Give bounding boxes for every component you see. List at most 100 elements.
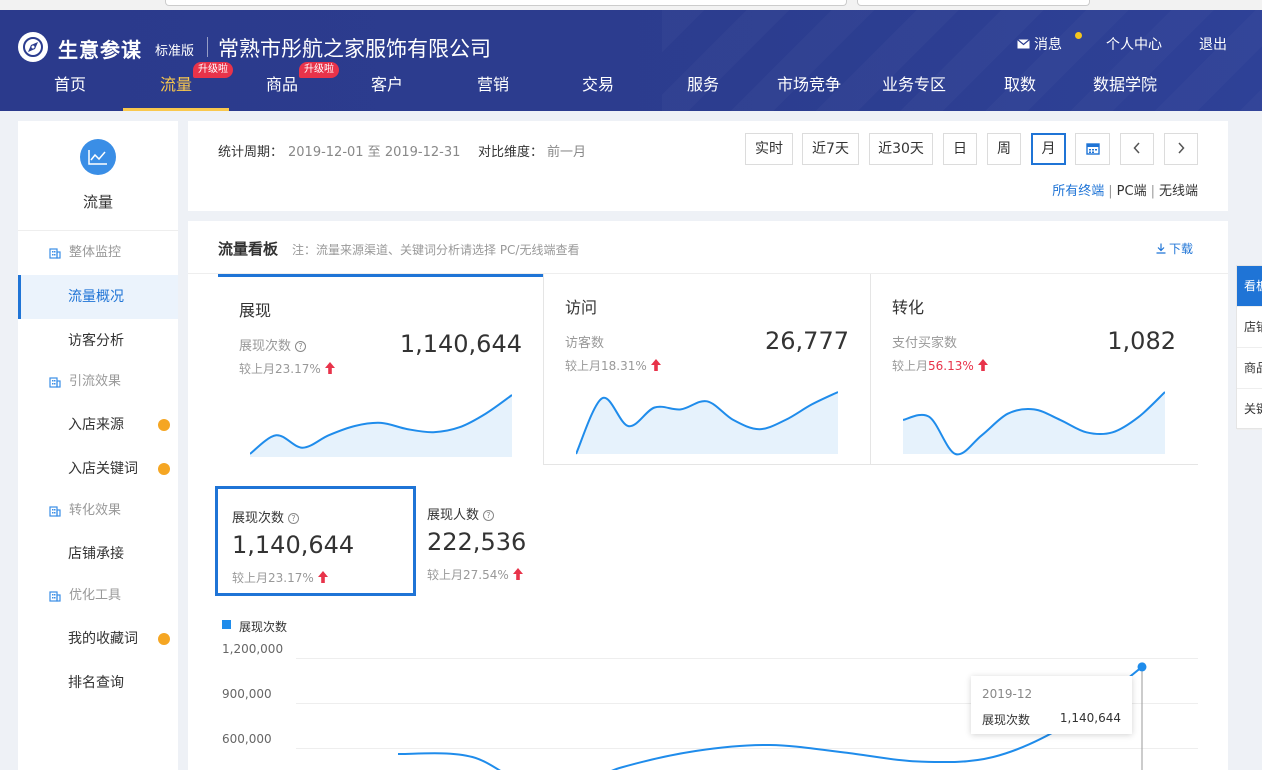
- address-bar[interactable]: [165, 0, 847, 6]
- browser-search-box[interactable]: [857, 0, 1090, 6]
- sidebar-item-store-reception[interactable]: 店铺承接: [18, 532, 178, 576]
- sidebar: 流量 整体监控 流量概况 访客分析 引流效果 入店来源 入店关键词 转化效果 店…: [18, 121, 178, 770]
- metric-card-impressions[interactable]: 展现 展现次数? 1,140,644 较上月23.17%: [218, 274, 544, 465]
- next-period-button[interactable]: [1164, 133, 1198, 165]
- chevron-right-icon: [1178, 142, 1185, 154]
- new-dot: [158, 463, 170, 475]
- edition-label: 标准版: [155, 44, 195, 59]
- kpi-label: 展现次数?: [232, 507, 300, 526]
- terminal-selector: 所有终端 | PC端 | 无线端: [1052, 184, 1198, 199]
- browser-strip: [0, 0, 1262, 10]
- conversion-sparkline: [903, 391, 1165, 456]
- kpi-label: 展现人数?: [427, 504, 495, 523]
- right-tab-dashboard[interactable]: 看板: [1237, 266, 1262, 307]
- building-icon: [49, 248, 61, 259]
- top-header: 生意参谋 标准版 常熟市彤航之家服饰有限公司 消息 个人中心 退出 首页 流量升…: [0, 10, 1262, 111]
- help-icon[interactable]: ?: [288, 513, 300, 524]
- card-metric-value: 1,082: [1107, 327, 1176, 355]
- nav-traffic[interactable]: 流量 升级啦: [123, 62, 233, 111]
- arrow-up-icon: [512, 568, 523, 580]
- compare-value: 前一月: [547, 145, 587, 160]
- nav-home[interactable]: 首页: [17, 70, 123, 111]
- legend-swatch: [222, 620, 231, 629]
- logout-link[interactable]: 退出: [1199, 34, 1227, 54]
- terminal-pc[interactable]: PC端: [1117, 184, 1147, 199]
- sidebar-group-optimization: 优化工具: [18, 574, 178, 618]
- terminal-all[interactable]: 所有终端: [1052, 184, 1104, 199]
- kpi-change: 较上月23.17%: [232, 569, 328, 586]
- kpi-value: 1,140,644: [232, 531, 355, 559]
- visits-sparkline: [576, 391, 838, 455]
- tooltip-value: 1,140,644: [1059, 711, 1121, 725]
- building-icon: [49, 506, 61, 517]
- period-button-realtime[interactable]: 实时: [745, 133, 793, 165]
- main-nav: 首页 流量 升级啦 商品 升级啦 客户 营销 交易 服务 市场竞争 业务专区 取数 …: [0, 62, 1262, 111]
- sidebar-item-traffic-overview[interactable]: 流量概况: [18, 275, 178, 319]
- nav-products[interactable]: 商品 升级啦: [229, 62, 339, 111]
- card-metric-label: 访客数: [565, 336, 605, 351]
- impressions-sparkline: [250, 394, 512, 457]
- arrow-up-icon: [317, 571, 328, 583]
- nav-data-academy[interactable]: 数据学院: [1072, 70, 1178, 111]
- nav-market-competition[interactable]: 市场竞争: [756, 70, 862, 111]
- terminal-mobile[interactable]: 无线端: [1159, 184, 1198, 199]
- period-button-day[interactable]: 日: [943, 133, 977, 165]
- period-button-week[interactable]: 周: [987, 133, 1021, 165]
- metric-card-conversion[interactable]: 转化 支付买家数 1,082 较上月56.13%: [870, 274, 1198, 465]
- upgrade-badge: 升级啦: [193, 62, 233, 78]
- previous-period-button[interactable]: [1120, 133, 1154, 165]
- message-notification-dot: [1075, 32, 1082, 39]
- nav-transactions[interactable]: 交易: [545, 70, 651, 111]
- nav-customers[interactable]: 客户: [334, 70, 440, 111]
- card-change: 较上月56.13%: [892, 357, 988, 374]
- right-floating-tabs: 看板 店铺 商品 关键词: [1236, 265, 1262, 430]
- sidebar-item-entry-keywords[interactable]: 入店关键词: [18, 447, 178, 491]
- traffic-dashboard: 流量看板 注：流量来源渠道、关键词分析请选择 PC/无线端查看 下载 展现 展现…: [188, 221, 1228, 770]
- right-tab-store[interactable]: 店铺: [1237, 307, 1262, 348]
- period-value: 2019-12-01 至 2019-12-31: [288, 145, 461, 160]
- card-change: 较上月23.17%: [239, 360, 335, 377]
- nav-business-zone[interactable]: 业务专区: [861, 70, 967, 111]
- kpi-impression-users[interactable]: 展现人数? 222,536 较上月27.54%: [413, 486, 613, 596]
- calendar-button[interactable]: [1075, 133, 1110, 165]
- legend-label[interactable]: 展现次数: [239, 618, 287, 635]
- sidebar-title: 流量: [82, 193, 113, 211]
- card-metric-value: 26,777: [765, 327, 849, 355]
- right-tab-products[interactable]: 商品: [1237, 348, 1262, 389]
- nav-service[interactable]: 服务: [650, 70, 756, 111]
- nav-marketing[interactable]: 营销: [440, 70, 546, 111]
- metric-card-visits[interactable]: 访问 访客数 26,777 较上月18.31%: [543, 274, 871, 465]
- kpi-change: 较上月27.54%: [427, 566, 523, 583]
- sidebar-item-visitor-analysis[interactable]: 访客分析: [18, 319, 178, 363]
- download-icon: [1156, 243, 1166, 254]
- card-metric-value: 1,140,644: [399, 330, 522, 358]
- help-icon[interactable]: ?: [483, 510, 495, 521]
- help-icon[interactable]: ?: [295, 341, 307, 352]
- period-button-7days[interactable]: 近7天: [802, 133, 859, 165]
- personal-center-link[interactable]: 个人中心: [1106, 34, 1162, 54]
- compare-label: 对比维度：: [478, 145, 544, 160]
- messages-link[interactable]: 消息: [1017, 34, 1062, 54]
- right-tab-keywords[interactable]: 关键词: [1237, 389, 1262, 430]
- sidebar-item-entry-sources[interactable]: 入店来源: [18, 403, 178, 447]
- card-metric-label: 支付买家数: [892, 336, 958, 351]
- dashboard-title: 流量看板: [218, 240, 279, 258]
- kpi-impression-count[interactable]: 展现次数? 1,140,644 较上月23.17%: [215, 486, 416, 596]
- period-button-30days[interactable]: 近30天: [869, 133, 933, 165]
- download-link[interactable]: 下载: [1156, 240, 1193, 257]
- sidebar-item-favorite-words[interactable]: 我的收藏词: [18, 617, 178, 661]
- messages-label: 消息: [1034, 37, 1062, 53]
- new-dot: [158, 633, 170, 645]
- nav-data-fetch[interactable]: 取数: [967, 70, 1073, 111]
- data-point-highlight: [1137, 662, 1147, 672]
- kpi-value: 222,536: [427, 528, 527, 556]
- period-button-month[interactable]: 月: [1031, 133, 1066, 165]
- company-name: 常熟市彤航之家服饰有限公司: [218, 37, 491, 61]
- building-icon: [49, 591, 61, 602]
- chart-tooltip: 2019-12 展现次数 1,140,644: [971, 676, 1132, 734]
- sparkline-area: [250, 395, 512, 457]
- upgrade-badge: 升级啦: [299, 62, 339, 78]
- new-dot: [158, 419, 170, 431]
- sidebar-item-rank-query[interactable]: 排名查询: [18, 661, 178, 705]
- compass-logo-icon: [18, 32, 48, 62]
